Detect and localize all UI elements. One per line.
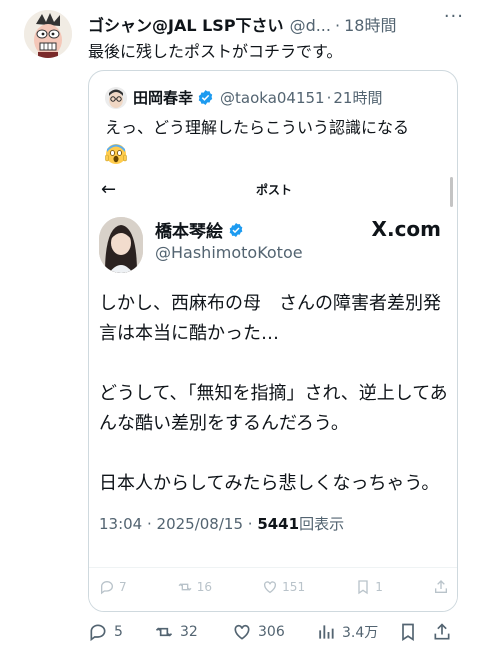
- embedded-meta: 13:04 · 2025/08/15 · 5441回表示: [99, 513, 344, 534]
- quote-header: 田岡春幸 @taoka04151 · 21時間: [133, 87, 382, 108]
- share-button[interactable]: [432, 622, 452, 642]
- bookmark-icon: [402, 623, 414, 642]
- handle[interactable]: @d...: [290, 16, 331, 35]
- embedded-screenshot[interactable]: ← ポスト 橋本琴絵 @HashimotoKotoe X.com しかし、西麻布…: [89, 173, 457, 611]
- scream-emoji-icon: [105, 143, 127, 165]
- views-chart-icon: [319, 625, 334, 639]
- verified-badge-icon: [229, 222, 243, 237]
- views-count: 3.4万: [342, 625, 379, 641]
- embedded-timestamp: 13:04 · 2025/08/15 ·: [99, 515, 253, 533]
- scrollbar: [450, 177, 453, 207]
- heart-icon: [264, 581, 277, 594]
- embedded-like: 151: [262, 579, 305, 595]
- embedded-nav-bar: ← ポスト: [89, 173, 457, 209]
- quote-text: えっ、どう理解したらこういう認識になる: [105, 118, 410, 137]
- embedded-text: しかし、西麻布の母 さんの障害者差別発言は本当に酷かった… どうして、「無知を指…: [99, 289, 449, 529]
- embedded-handle: @HashimotoKotoe: [155, 243, 303, 262]
- embedded-paragraph: 日本人からしてみたら悲しくなっちゃう。: [99, 473, 440, 494]
- action-bar: 5 32 306 3.4万: [88, 622, 468, 642]
- embedded-share: [433, 579, 449, 595]
- quote-handle[interactable]: @taoka04151: [220, 89, 325, 107]
- post-text: 最後に残したポストがコチラです。: [88, 42, 343, 61]
- heart-icon: [234, 624, 250, 640]
- embedded-nav-title: ポスト: [255, 183, 292, 197]
- quoted-post[interactable]: 田岡春幸 @taoka04151 · 21時間 えっ、どう理解したらこういう認識…: [88, 70, 458, 612]
- views-button[interactable]: 3.4万: [316, 622, 398, 642]
- x-logo: X.com: [371, 217, 441, 241]
- verified-badge-icon: [198, 90, 213, 105]
- embedded-actions: 7 16 151 1: [99, 579, 449, 595]
- retweet-icon: [178, 583, 192, 591]
- reply-icon: [90, 624, 106, 642]
- share-icon: [434, 580, 447, 593]
- post-header: ゴシャン@JAL LSP下さい @d... · 18時間 ···: [88, 6, 468, 36]
- divider: [89, 567, 457, 568]
- quote-text-block: えっ、どう理解したらこういう認識になる: [105, 115, 450, 165]
- quote-display-name[interactable]: 田岡春幸: [133, 87, 193, 108]
- reply-count: 5: [114, 624, 123, 640]
- share-icon: [434, 623, 450, 640]
- embedded-paragraph: しかし、西麻布の母 さんの障害者差別発言は本当に酷かった…: [99, 293, 441, 344]
- like-button[interactable]: 306: [232, 622, 316, 642]
- embedded-paragraph: どうして、「無知を指摘」され、逆上してあんな酷い差別をするんだろう。: [99, 383, 448, 434]
- like-count: 306: [258, 624, 285, 640]
- embedded-name-row: 橋本琴絵: [155, 217, 244, 242]
- embedded-bookmark: 1: [355, 579, 383, 595]
- more-dots-icon[interactable]: ···: [444, 6, 464, 27]
- embedded-views-count: 5441: [257, 515, 300, 533]
- embedded-display-name: 橋本琴絵: [155, 222, 223, 242]
- avatar[interactable]: [24, 10, 72, 58]
- embedded-reply: 7: [99, 579, 127, 595]
- separator-dot: ·: [326, 88, 332, 107]
- retweet-button[interactable]: 32: [154, 622, 232, 642]
- bookmark-icon: [358, 580, 368, 595]
- retweet-count: 32: [180, 624, 198, 640]
- retweet-icon: [155, 627, 173, 637]
- display-name[interactable]: ゴシャン@JAL LSP下さい: [88, 12, 284, 36]
- reply-button[interactable]: 5: [88, 622, 154, 642]
- separator-dot: ·: [334, 16, 341, 35]
- embedded-views-label: 回表示: [299, 515, 345, 533]
- embedded-retweet: 16: [177, 579, 212, 595]
- bookmark-button[interactable]: [398, 622, 432, 642]
- quote-avatar[interactable]: [105, 87, 127, 109]
- reply-icon: [101, 581, 113, 595]
- embedded-avatar: [99, 217, 143, 273]
- quote-time[interactable]: 21時間: [333, 87, 382, 108]
- post-time[interactable]: 18時間: [344, 12, 396, 36]
